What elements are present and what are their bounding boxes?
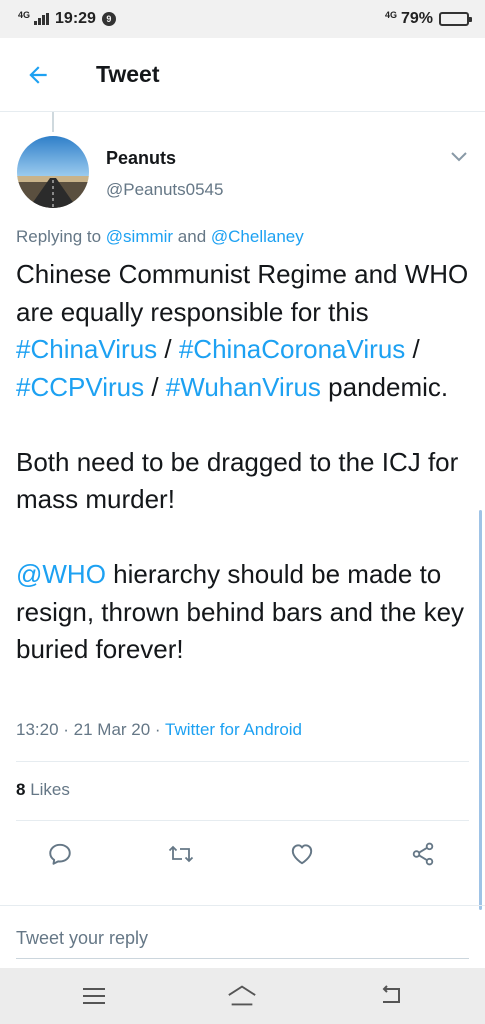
signal-icon	[34, 13, 50, 25]
tweet-text: Chinese Communist Regime and WHO are equ…	[16, 259, 469, 664]
back-button[interactable]	[0, 38, 76, 112]
like-icon	[291, 844, 313, 865]
reply-input-underline	[16, 958, 469, 959]
status-time: 19:29	[55, 10, 96, 27]
back-icon	[382, 985, 400, 1003]
share-icon	[412, 842, 434, 866]
home-button[interactable]	[226, 980, 258, 1012]
divider	[16, 820, 469, 821]
reply-button[interactable]	[44, 838, 76, 870]
chevron-down-icon	[451, 152, 467, 162]
mention-link[interactable]: @simmir	[106, 227, 173, 246]
reply-icon	[49, 843, 71, 865]
hashtag-link[interactable]: #CCPVirus	[16, 372, 144, 402]
menu-button[interactable]	[78, 980, 110, 1012]
reply-input[interactable]: Tweet your reply	[16, 928, 148, 949]
share-button[interactable]	[407, 838, 439, 870]
status-bar: 4G 19:29 9 4G 79%	[0, 0, 485, 38]
app-bar: Tweet	[0, 38, 485, 112]
hashtag-link[interactable]: #ChinaVirus	[16, 334, 157, 364]
likes-count[interactable]: 8 Likes	[16, 780, 70, 800]
user-handle[interactable]: @Peanuts0545	[106, 180, 223, 200]
tweet-actions	[0, 828, 485, 880]
hashtag-link[interactable]: #WuhanVirus	[166, 372, 321, 402]
divider	[16, 761, 469, 762]
hashtag-link[interactable]: #ChinaCoronaVirus	[179, 334, 405, 364]
network-type-left: 4G	[18, 10, 31, 20]
home-icon	[228, 985, 256, 1006]
display-name[interactable]: Peanuts	[106, 148, 176, 169]
avatar[interactable]	[17, 136, 89, 208]
reply-box[interactable]: Tweet your reply	[0, 905, 485, 963]
system-nav-bar	[0, 968, 485, 1024]
battery-icon	[439, 12, 472, 26]
system-back-button[interactable]	[374, 980, 406, 1012]
network-type-right: 4G	[384, 10, 397, 20]
mention-link[interactable]: @WHO	[16, 559, 106, 589]
menu-icon	[83, 988, 105, 1004]
battery-percent: 79%	[400, 10, 433, 27]
mention-link[interactable]: @Chellaney	[211, 227, 304, 246]
retweet-icon	[168, 845, 194, 863]
thread-connector-line	[52, 112, 54, 132]
tweet-options-button[interactable]	[448, 148, 470, 166]
like-button[interactable]	[286, 838, 318, 870]
tweet-source-link[interactable]: Twitter for Android	[165, 720, 302, 739]
tweet-meta: 13:20 · 21 Mar 20 · Twitter for Android	[16, 720, 302, 740]
page-title: Tweet	[96, 61, 160, 87]
notification-badge: 9	[101, 12, 116, 26]
scrollbar[interactable]	[479, 510, 482, 910]
tweet-timestamp: 13:20 · 21 Mar 20 ·	[16, 720, 165, 739]
arrow-left-icon	[29, 65, 47, 84]
retweet-button[interactable]	[165, 838, 197, 870]
replying-to: Replying to @simmir and @Chellaney	[16, 227, 304, 246]
